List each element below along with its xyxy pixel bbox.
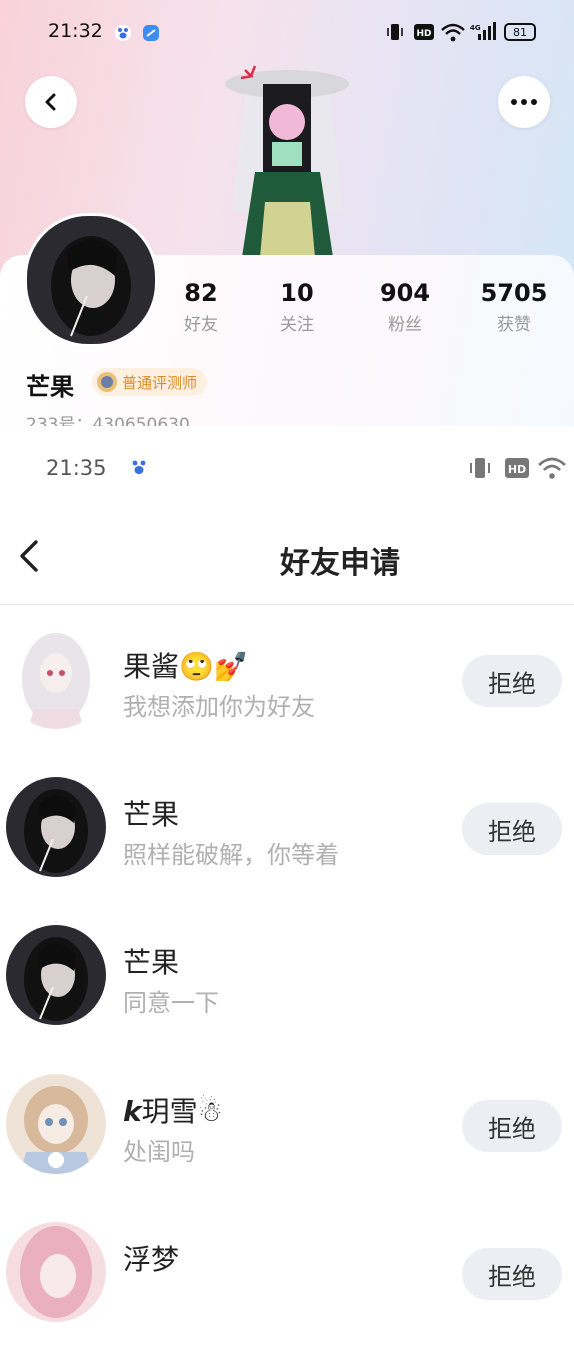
name-rest: 玥雪☃ bbox=[141, 1095, 223, 1128]
avatar-image bbox=[27, 216, 155, 344]
hd-icon: HD bbox=[505, 458, 529, 478]
vibrate-icon bbox=[470, 458, 490, 478]
svg-text:HD: HD bbox=[508, 463, 526, 476]
friend-request-item[interactable]: 果酱🙄💅 我想添加你为好友 拒绝 bbox=[0, 629, 574, 777]
vibrate-icon bbox=[387, 24, 403, 40]
stat-value: 904 bbox=[379, 279, 431, 307]
battery-level: 81 bbox=[513, 25, 527, 39]
friend-request-item[interactable]: k玥雪☃ 处闺吗 拒绝 bbox=[0, 1074, 574, 1222]
app-notification-icon bbox=[143, 25, 159, 41]
request-message: 同意一下 bbox=[123, 989, 219, 1017]
page-title: 好友申请 bbox=[280, 546, 400, 581]
badge-medal-icon bbox=[97, 372, 117, 392]
reject-button[interactable]: 拒绝 bbox=[462, 1100, 562, 1152]
avatar-character-figure bbox=[225, 65, 349, 257]
avatar-image bbox=[6, 629, 106, 729]
user-id: 233号：430650630 bbox=[26, 415, 190, 426]
back-button[interactable] bbox=[25, 76, 77, 128]
profile-name: 芒果 bbox=[26, 373, 74, 401]
badge-label: 普通评测师 bbox=[122, 373, 198, 392]
request-message: 我想添加你为好友 bbox=[123, 693, 315, 721]
stat-following[interactable]: 10 关注 bbox=[247, 278, 347, 335]
profile-screen: 21:32 HD 4G 81 82 好友 10 关注 904 粉丝 5705 获… bbox=[0, 0, 574, 426]
profile-avatar[interactable] bbox=[24, 213, 158, 347]
hd-icon: HD bbox=[414, 24, 434, 40]
stat-label: 粉丝 bbox=[388, 315, 422, 335]
chevron-left-icon bbox=[45, 93, 56, 111]
stat-value: 82 bbox=[184, 279, 218, 307]
requester-name: k玥雪☃ bbox=[123, 1090, 223, 1130]
stat-label: 关注 bbox=[280, 315, 314, 335]
status-time: 21:32 bbox=[48, 20, 103, 42]
friend-request-item[interactable]: 芒果 照样能破解，你等着 拒绝 bbox=[0, 777, 574, 925]
stat-label: 好友 bbox=[184, 315, 218, 335]
svg-text:HD: HD bbox=[416, 29, 431, 39]
requester-avatar[interactable] bbox=[6, 629, 106, 729]
request-message: 处闺吗 bbox=[123, 1138, 195, 1166]
wifi-icon bbox=[441, 23, 465, 42]
reject-button[interactable]: 拒绝 bbox=[462, 1248, 562, 1300]
svg-text:4G: 4G bbox=[470, 24, 481, 32]
avatar-image bbox=[6, 925, 106, 1025]
requester-avatar[interactable] bbox=[6, 1222, 106, 1322]
requester-name: 芒果 bbox=[123, 798, 180, 831]
requester-avatar[interactable] bbox=[6, 925, 106, 1025]
stat-value: 5705 bbox=[480, 279, 548, 307]
requester-avatar[interactable] bbox=[6, 1074, 106, 1174]
reject-button[interactable]: 拒绝 bbox=[462, 655, 562, 707]
signal-4g-icon: 4G bbox=[470, 22, 496, 40]
more-dots-icon bbox=[511, 99, 537, 105]
avatar-image bbox=[6, 777, 106, 877]
stat-value: 10 bbox=[280, 279, 314, 307]
friend-request-item[interactable]: 浮梦 拒绝 bbox=[0, 1222, 574, 1370]
friend-requests-screen: 21:35 HD 好友申请 果酱🙄💅 我想添加你为好友 拒绝 芒果 照样能破解，… bbox=[0, 426, 574, 1322]
status-bar: 21:32 HD 4G 81 bbox=[0, 0, 574, 64]
battery-icon: 81 bbox=[504, 23, 536, 41]
wifi-icon bbox=[538, 457, 566, 479]
stat-likes[interactable]: 5705 获赞 bbox=[464, 278, 564, 335]
requester-name: 芒果 bbox=[123, 946, 180, 979]
requester-name: 浮梦 bbox=[123, 1243, 180, 1276]
stat-fans[interactable]: 904 粉丝 bbox=[355, 278, 455, 335]
header-divider bbox=[0, 604, 574, 605]
more-button[interactable] bbox=[498, 76, 550, 128]
requester-avatar[interactable] bbox=[6, 777, 106, 877]
baidu-paw-icon bbox=[132, 460, 146, 474]
friend-request-item[interactable]: 芒果 同意一下 bbox=[0, 925, 574, 1073]
stat-label: 获赞 bbox=[497, 315, 531, 335]
name-styled-prefix: k bbox=[123, 1095, 142, 1128]
avatar-image bbox=[6, 1222, 106, 1322]
reviewer-badge[interactable]: 普通评测师 bbox=[92, 368, 208, 396]
reject-button[interactable]: 拒绝 bbox=[462, 803, 562, 855]
stat-friends[interactable]: 82 好友 bbox=[151, 278, 251, 335]
request-message: 照样能破解，你等着 bbox=[123, 841, 339, 869]
status-time: 21:35 bbox=[46, 456, 107, 480]
requester-name: 果酱🙄💅 bbox=[123, 650, 249, 683]
baidu-paw-icon bbox=[115, 25, 131, 41]
avatar-image bbox=[6, 1074, 106, 1174]
